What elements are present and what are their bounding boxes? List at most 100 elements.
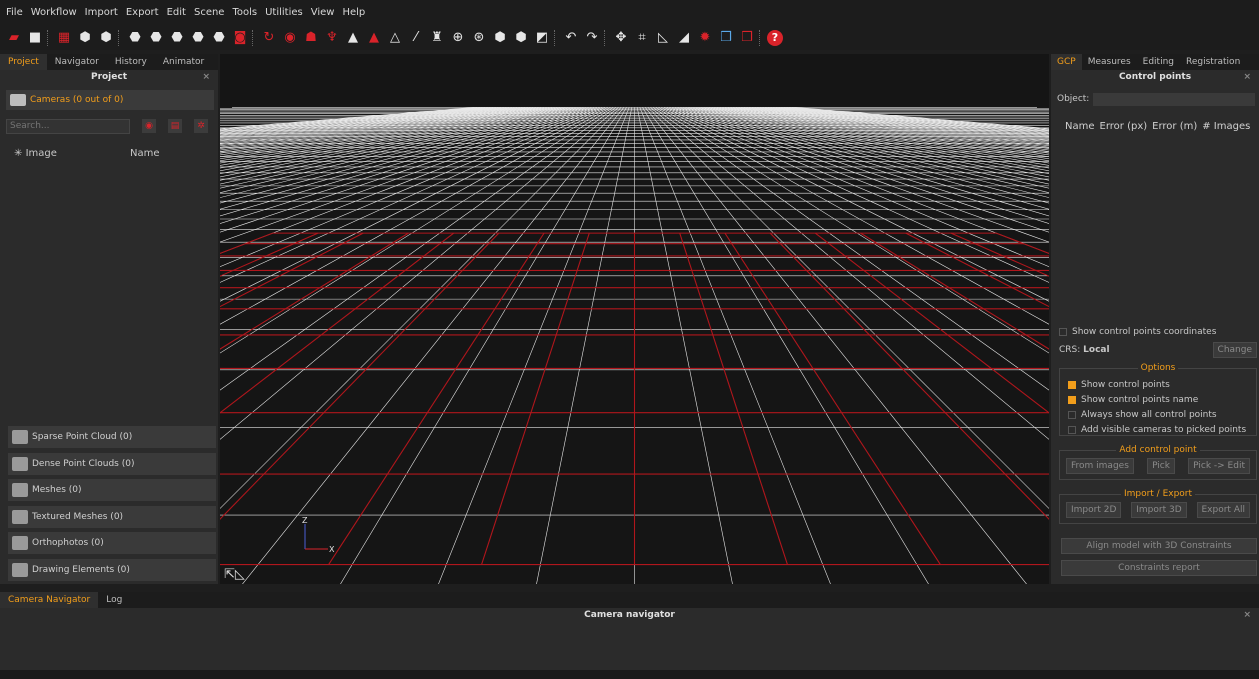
col-error-px[interactable]: Error (px) — [1100, 121, 1148, 132]
tab-navigator[interactable]: Navigator — [47, 54, 107, 70]
option-row[interactable]: Show control points — [1068, 377, 1256, 392]
from-images-button[interactable]: From images — [1066, 458, 1134, 474]
measure-icon[interactable]: ◢ — [675, 29, 693, 47]
option-checkbox[interactable] — [1068, 425, 1076, 434]
search-input[interactable] — [6, 118, 130, 134]
pick-button[interactable]: Pick — [1147, 458, 1175, 474]
images-icon[interactable]: ▦ — [55, 29, 73, 47]
undo-icon[interactable]: ↶ — [562, 29, 580, 47]
3d-viewport[interactable]: ZX ⇱◺ — [220, 54, 1049, 584]
orthophotos-row[interactable]: Orthophotos (0) — [8, 532, 216, 554]
redo-icon[interactable]: ↷ — [583, 29, 601, 47]
triangle-red-icon[interactable]: ▲ — [365, 29, 383, 47]
option-checkbox[interactable] — [1068, 395, 1076, 404]
target-icon[interactable]: ◉ — [281, 29, 299, 47]
sphere-wire-icon[interactable]: ⊕ — [449, 29, 467, 47]
option-checkbox[interactable] — [1068, 380, 1076, 389]
settings-icon[interactable]: ✹ — [696, 29, 714, 47]
dense-point-clouds-row[interactable]: Dense Point Clouds (0) — [8, 453, 216, 475]
left-tabs: Project Navigator History Animator — [0, 54, 218, 70]
sculpt-icon[interactable]: ♜ — [428, 29, 446, 47]
crop-icon[interactable]: ⌗ — [633, 29, 651, 47]
menu-edit[interactable]: Edit — [167, 7, 186, 18]
menu-file[interactable]: File — [6, 7, 23, 18]
x-axis-label: X — [329, 545, 335, 554]
menu-workflow[interactable]: Workflow — [31, 7, 77, 18]
export-all-button[interactable]: Export All — [1196, 502, 1250, 518]
mesh-filter-icon[interactable]: ⬣ — [189, 29, 207, 47]
import-2d-button[interactable]: Import 2D — [1066, 502, 1122, 518]
sparse-cloud-icon[interactable]: ⬢ — [76, 29, 94, 47]
close-icon[interactable]: × — [202, 70, 210, 85]
menu-export[interactable]: Export — [126, 7, 159, 18]
tab-editing[interactable]: Editing — [1137, 54, 1180, 70]
close-icon[interactable]: × — [1243, 70, 1251, 85]
triangle-outline-icon[interactable]: △ — [386, 29, 404, 47]
tab-measures[interactable]: Measures — [1082, 54, 1137, 70]
meshes-row[interactable]: Meshes (0) — [8, 479, 216, 501]
export-icon[interactable]: ◩ — [533, 29, 551, 47]
menu-view[interactable]: View — [311, 7, 335, 18]
align-model-button[interactable]: Align model with 3D Constraints — [1061, 538, 1257, 554]
constraints-report-button[interactable]: Constraints report — [1061, 560, 1257, 576]
show-coords-row[interactable]: Show control points coordinates — [1059, 324, 1216, 339]
drawing-elements-row[interactable]: Drawing Elements (0) — [8, 559, 216, 581]
change-crs-button[interactable]: Change — [1212, 342, 1257, 358]
pick-edit-button[interactable]: Pick -> Edit — [1188, 458, 1250, 474]
tab-log[interactable]: Log — [98, 592, 130, 608]
col-name[interactable]: Name — [1065, 121, 1095, 132]
menu-scene[interactable]: Scene — [194, 7, 225, 18]
mesh-simplify-icon[interactable]: ⬣ — [210, 29, 228, 47]
camera-filter-icon[interactable]: ◉ — [142, 119, 156, 133]
gizmo-icon[interactable]: ✥ — [612, 29, 630, 47]
import-3d-button[interactable]: Import 3D — [1131, 502, 1187, 518]
textured-mesh-icon[interactable]: ⬣ — [147, 29, 165, 47]
col-images[interactable]: # Images — [1202, 121, 1250, 132]
select-tool-icon[interactable]: ⇱◺ — [224, 567, 245, 582]
mesh-icon[interactable]: ⬣ — [126, 29, 144, 47]
show-coords-checkbox[interactable] — [1059, 327, 1067, 336]
col-name-header[interactable]: Name — [130, 148, 160, 162]
mesh-color-icon[interactable]: ⬣ — [168, 29, 186, 47]
cube-red-icon[interactable]: ❒ — [738, 29, 756, 47]
tab-camera-navigator[interactable]: Camera Navigator — [0, 592, 99, 608]
triangle-icon[interactable]: ▲ — [344, 29, 362, 47]
cluster-icon[interactable]: ☗ — [302, 29, 320, 47]
photo-icon[interactable]: ◙ — [231, 29, 249, 47]
cut-icon[interactable]: ◺ — [654, 29, 672, 47]
save-icon[interactable]: ■ — [26, 29, 44, 47]
new-project-icon[interactable]: ▰ — [5, 29, 23, 47]
calendar-icon[interactable]: ▤ — [168, 119, 182, 133]
cameras-row[interactable]: Cameras (0 out of 0) — [6, 90, 214, 110]
option-row[interactable]: Always show all control points — [1068, 407, 1256, 422]
menu-import[interactable]: Import — [85, 7, 118, 18]
col-error-m[interactable]: Error (m) — [1152, 121, 1197, 132]
object-field[interactable] — [1093, 92, 1256, 106]
tab-project[interactable]: Project — [0, 54, 47, 70]
textured-meshes-row[interactable]: Textured Meshes (0) — [8, 506, 216, 528]
cube-icon[interactable]: ❒ — [717, 29, 735, 47]
control-points-table-header: Name Error (px) Error (m) # Images — [1065, 121, 1259, 132]
option-checkbox[interactable] — [1068, 410, 1076, 419]
sphere-icon[interactable]: ⊛ — [470, 29, 488, 47]
rotate-icon[interactable]: ↻ — [260, 29, 278, 47]
col-image-header[interactable]: ✳ Image — [14, 148, 130, 162]
option-row[interactable]: Show control points name — [1068, 392, 1256, 407]
person-icon[interactable]: ♆ — [323, 29, 341, 47]
tab-history[interactable]: History — [107, 54, 155, 70]
mesh-solid2-icon[interactable]: ⬢ — [512, 29, 530, 47]
menu-tools[interactable]: Tools — [232, 7, 257, 18]
dense-cloud-icon[interactable]: ⬢ — [97, 29, 115, 47]
sparse-point-cloud-row[interactable]: Sparse Point Cloud (0) — [8, 426, 216, 448]
brush-icon[interactable]: ⁄ — [407, 29, 425, 47]
close-icon[interactable]: × — [1243, 608, 1251, 622]
option-row[interactable]: Add visible cameras to picked points — [1068, 422, 1256, 437]
tab-gcp[interactable]: GCP — [1051, 54, 1082, 70]
tab-registration[interactable]: Registration — [1180, 54, 1246, 70]
menu-utilities[interactable]: Utilities — [265, 7, 303, 18]
camera-settings-icon[interactable]: ✲ — [194, 119, 208, 133]
menu-help[interactable]: Help — [342, 7, 365, 18]
mesh-solid-icon[interactable]: ⬢ — [491, 29, 509, 47]
tab-animator[interactable]: Animator — [155, 54, 212, 70]
help-icon[interactable]: ? — [767, 29, 783, 46]
